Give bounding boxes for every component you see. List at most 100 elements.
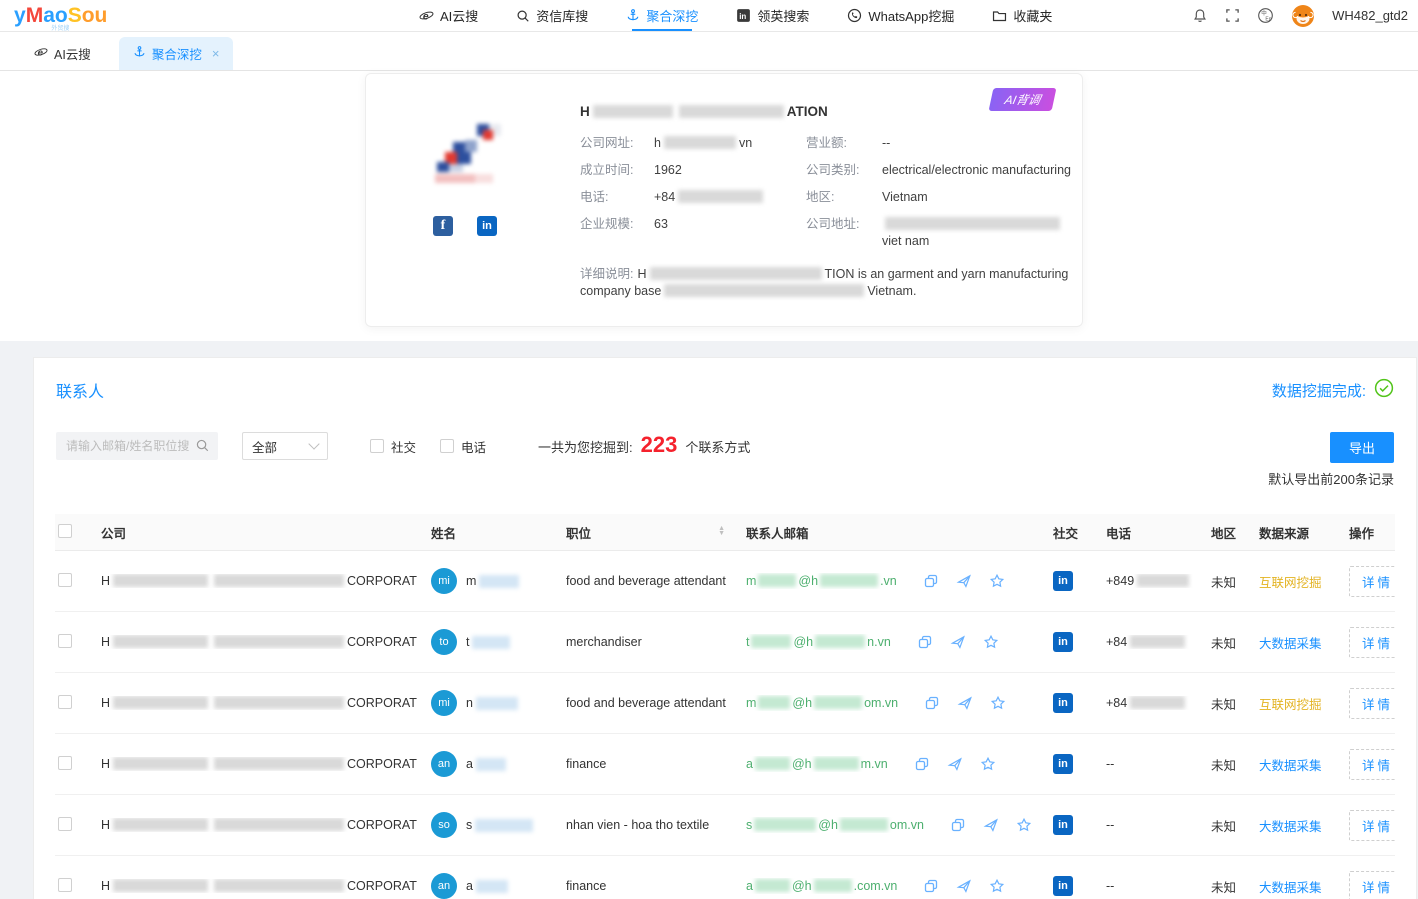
tab-deep-mining[interactable]: 聚合深挖 × [119,37,234,70]
checkbox[interactable] [370,439,384,453]
linkedin-icon[interactable]: in [1053,632,1073,652]
select-all-checkbox[interactable] [58,524,72,538]
search-icon[interactable] [195,438,210,458]
star-icon[interactable] [989,573,1005,589]
copy-icon[interactable] [917,634,933,650]
filter-social-checkbox[interactable]: 社交 [370,437,416,456]
action-cell: 详情 [1336,627,1395,658]
detail-button[interactable]: 详情 [1349,871,1395,899]
nav-whatsapp-mining[interactable]: WhatsApp挖掘 [847,0,954,31]
ai-background-check-badge[interactable]: AI背调 [988,88,1056,111]
sort-icon[interactable]: ▲▼ [718,526,725,536]
star-icon[interactable] [1016,817,1032,833]
detail-button[interactable]: 详情 [1349,566,1395,597]
company-logo [433,122,513,186]
region-cell: 未知 [1198,877,1246,896]
search-input[interactable] [56,432,218,460]
star-icon[interactable] [980,756,996,772]
contacts-table: 公司 姓名 职位▲▼ 联系人邮箱 社交 电话 地区 数据来源 操作 HCORPO… [55,514,1395,899]
star-icon[interactable] [989,878,1005,894]
row-checkbox[interactable] [58,634,72,648]
send-icon[interactable] [983,817,999,833]
send-icon[interactable] [956,573,972,589]
linkedin-icon[interactable]: in [1053,754,1073,774]
name-cell: min [418,690,553,716]
filter-phone-checkbox[interactable]: 电话 [440,437,486,456]
position-cell: finance [553,879,733,893]
row-checkbox[interactable] [58,695,72,709]
nav-ai-cloud-search[interactable]: e AI云搜 [419,0,478,31]
company-website[interactable]: hvn [654,135,806,152]
notification-bell-icon[interactable] [1192,8,1208,24]
email-text[interactable]: m@hom.vn [746,696,898,710]
anchor-icon [133,45,146,62]
nav-credit-search[interactable]: 资信库搜 [516,0,588,31]
source-label[interactable]: 大数据采集 [1259,820,1322,834]
action-cell: 详情 [1336,566,1395,597]
mined-summary: 一共为您挖掘到: 223 个联系方式 [538,432,750,460]
source-label[interactable]: 大数据采集 [1259,881,1322,895]
export-button[interactable]: 导出 [1330,432,1394,463]
detail-button[interactable]: 详情 [1349,688,1395,719]
nav-deep-mining[interactable]: 聚合深挖 [626,0,698,31]
field-label: 公司地址: [806,216,882,250]
linkedin-icon[interactable]: in [1053,815,1073,835]
send-icon[interactable] [947,756,963,772]
tab-ai-cloud-search[interactable]: e AI云搜 [20,37,105,70]
close-icon[interactable]: × [212,46,220,61]
col-region: 地区 [1198,523,1246,542]
copy-icon[interactable] [923,878,939,894]
send-icon[interactable] [956,878,972,894]
col-action: 操作 [1336,523,1395,542]
linkedin-icon[interactable]: in [1053,571,1073,591]
source-cell: 互联网挖掘 [1246,694,1336,713]
phone-cell: +84 [1093,696,1198,710]
username[interactable]: WH482_gtd2 [1332,8,1408,23]
star-icon[interactable] [983,634,999,650]
company-cell: HCORPORATION [88,818,418,832]
linkedin-icon[interactable]: in [1053,876,1073,896]
nav-linkedin-search[interactable]: in 领英搜索 [736,0,809,31]
send-icon[interactable] [950,634,966,650]
row-checkbox[interactable] [58,573,72,587]
filter-select[interactable]: 全部 [242,432,328,460]
copy-icon[interactable] [950,817,966,833]
app-logo[interactable]: yMaoSou 外贸搜 [14,4,164,28]
language-toggle-icon[interactable]: 中En [1257,7,1274,24]
copy-icon[interactable] [924,695,940,711]
avatar: an [431,873,457,899]
source-label[interactable]: 互联网挖掘 [1259,576,1322,590]
company-cell: HCORPORATION [88,574,418,588]
source-label[interactable]: 互联网挖掘 [1259,698,1322,712]
linkedin-icon[interactable]: in [477,216,497,236]
copy-icon[interactable] [914,756,930,772]
source-label[interactable]: 大数据采集 [1259,637,1322,651]
fullscreen-icon[interactable] [1225,8,1240,23]
nav-favorites[interactable]: 收藏夹 [992,0,1052,31]
linkedin-icon[interactable]: in [1053,693,1073,713]
field-label: 公司网址: [580,135,654,152]
col-source: 数据来源 [1246,523,1336,542]
row-checkbox[interactable] [58,817,72,831]
detail-button[interactable]: 详情 [1349,749,1395,780]
source-label[interactable]: 大数据采集 [1259,759,1322,773]
row-checkbox[interactable] [58,878,72,892]
send-icon[interactable] [957,695,973,711]
region-cell: 未知 [1198,755,1246,774]
detail-button[interactable]: 详情 [1349,810,1395,841]
row-checkbox[interactable] [58,756,72,770]
email-text[interactable]: a@h.com.vn [746,879,897,893]
user-avatar[interactable] [1291,4,1315,28]
email-text[interactable]: t@hn.vn [746,635,891,649]
email-text[interactable]: s@hom.vn [746,818,924,832]
detail-button[interactable]: 详情 [1349,627,1395,658]
facebook-icon[interactable]: f [433,216,453,236]
checkbox[interactable] [440,439,454,453]
star-icon[interactable] [990,695,1006,711]
email-text[interactable]: a@hm.vn [746,757,888,771]
copy-icon[interactable] [923,573,939,589]
company-revenue: -- [882,135,1082,152]
table-header: 公司 姓名 职位▲▼ 联系人邮箱 社交 电话 地区 数据来源 操作 [55,514,1395,551]
email-text[interactable]: m@h.vn [746,574,897,588]
export-hint: 默认导出前200条记录 [1268,469,1394,488]
